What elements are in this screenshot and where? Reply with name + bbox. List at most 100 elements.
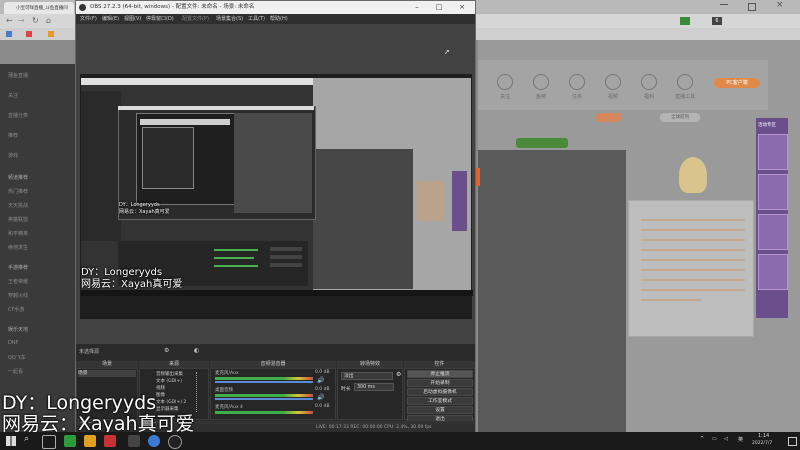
site-sidebar: 蒲鱼直播 关注 直播分类 推荐 游戏 频道推荐 热门推荐 天天挑战 英雄联盟 和… — [0, 64, 76, 432]
speaker-icon[interactable]: 🔊 — [317, 394, 324, 401]
sidebar-item[interactable]: 天天挑战 — [8, 202, 72, 212]
back-icon[interactable]: ← — [6, 16, 13, 25]
menu-view[interactable]: 视图(V) — [124, 14, 141, 24]
wechat-icon[interactable] — [64, 435, 76, 447]
settings-button[interactable]: 设置 — [407, 406, 473, 414]
minimize-button[interactable]: – — [409, 1, 425, 14]
nav-label: 任务 — [571, 94, 582, 100]
bookmark-icon[interactable] — [6, 31, 12, 37]
sidebar-item[interactable]: 关注 — [8, 92, 72, 102]
tray-chevron-icon[interactable]: ^ — [700, 436, 704, 442]
nested-obs-titlebar — [118, 106, 314, 110]
ad-item[interactable] — [758, 134, 788, 170]
task-view-icon[interactable] — [42, 435, 56, 449]
chrome-icon[interactable] — [148, 435, 160, 447]
menu-tools[interactable]: 工具(T) — [248, 14, 265, 24]
sidebar-item[interactable]: 直播分类 — [8, 112, 72, 122]
folder-icon[interactable] — [84, 435, 96, 447]
sidebar-item[interactable]: 推荐 — [8, 132, 72, 142]
transition-settings-icon[interactable]: ⚙ — [396, 371, 401, 378]
sidebar-item[interactable]: CF手游 — [8, 306, 72, 316]
maximize-icon[interactable] — [748, 3, 756, 11]
tool-icon — [677, 74, 693, 90]
translate-icon[interactable] — [680, 17, 690, 25]
mixer-channel-db: 0.0 dB — [315, 387, 330, 392]
sidebar-item[interactable]: 王者荣耀 — [8, 278, 72, 288]
minimize-icon[interactable] — [720, 4, 728, 5]
task-nav[interactable]: 任务 — [560, 74, 594, 112]
source-item[interactable]: 图像 — [156, 392, 186, 399]
menu-docks[interactable]: 停靠窗口(D) — [146, 14, 174, 24]
visibility-icon[interactable] — [196, 372, 202, 412]
clock-date[interactable]: 2022/7/7 — [752, 441, 772, 446]
search-icon[interactable]: ⌕ — [24, 434, 29, 444]
reload-icon[interactable]: ↻ — [32, 16, 39, 25]
browser-tab[interactable]: 小宝可咩直播_斗鱼直播间 — [4, 2, 74, 14]
start-recording-button[interactable]: 开始录制 — [407, 379, 473, 387]
source-item[interactable]: 音频输出采集 — [156, 371, 186, 378]
ad-item[interactable] — [758, 254, 788, 290]
stop-streaming-button[interactable]: 停止推流 — [407, 370, 473, 378]
obs-taskbar-icon[interactable] — [168, 435, 182, 449]
bookmark-icon[interactable] — [26, 31, 32, 37]
sidebar-item[interactable]: 英雄联盟 — [8, 216, 72, 226]
notification-icon[interactable] — [788, 437, 797, 446]
chat-icon — [533, 74, 549, 90]
close-button[interactable]: × — [454, 1, 470, 14]
pc-client-badge[interactable]: PC客户端 — [714, 78, 760, 88]
sidebar-item[interactable]: 游戏 — [8, 152, 72, 162]
tools-nav[interactable]: 直播工具 — [668, 74, 702, 112]
menu-scene-collection[interactable]: 场景集合(S) — [216, 14, 243, 24]
clock-time[interactable]: 1:14 — [758, 433, 769, 439]
forward-icon[interactable]: → — [18, 16, 25, 25]
no-source-selected: 未选择源 — [79, 349, 100, 355]
bookmark-icon[interactable] — [48, 31, 54, 37]
volume-icon[interactable]: ◁ — [724, 436, 728, 442]
sidebar-item[interactable]: 绝地求生 — [8, 244, 72, 254]
close-icon[interactable]: × — [776, 0, 784, 10]
netease-music-icon[interactable] — [104, 435, 116, 447]
filters-button[interactable]: ◐ — [194, 347, 199, 354]
menu-help[interactable]: 帮助(H) — [270, 14, 288, 24]
menu-file[interactable]: 文件(F) — [80, 14, 97, 24]
scene-item[interactable]: 场景 — [78, 370, 136, 377]
duration-input[interactable]: 300 ms — [354, 383, 394, 391]
menu-profile[interactable]: 配置文件(P) — [182, 14, 209, 24]
green-tag — [516, 138, 568, 148]
sidebar-item[interactable]: 蒲鱼直播 — [8, 72, 72, 82]
fishbar-nav[interactable]: 鱼吧 — [524, 74, 558, 112]
input-language[interactable]: 英 — [738, 436, 743, 443]
app-icon[interactable] — [128, 435, 140, 447]
maximize-button[interactable]: □ — [431, 1, 447, 14]
source-item[interactable]: 文本 (GDI+) — [156, 378, 186, 385]
obs-window: OBS 27.2.3 (64-bit, windows) - 配置文件: 未命名… — [75, 0, 476, 433]
source-item[interactable]: 视频 — [156, 385, 186, 392]
ad-item[interactable] — [758, 214, 788, 250]
nav-label: 直播工具 — [674, 94, 695, 100]
sidebar-item[interactable]: 一起看 — [8, 368, 72, 378]
activity-sidebar-ad[interactable]: 活动专区 — [756, 118, 788, 318]
network-icon[interactable]: ▭ — [712, 436, 717, 442]
sidebar-item[interactable]: 热门推荐 — [8, 188, 72, 198]
source-item[interactable]: 文本 (GDI+) 2 — [156, 399, 186, 406]
ad-item[interactable] — [758, 174, 788, 210]
volume-slider[interactable] — [215, 381, 313, 383]
sidebar-item[interactable]: 穿越火线 — [8, 292, 72, 302]
properties-button[interactable]: ⚙ — [164, 347, 169, 354]
home-icon[interactable]: ⌂ — [46, 16, 51, 25]
start-icon[interactable] — [6, 436, 16, 446]
virtual-camera-button[interactable]: 启动虚拟摄像机 — [407, 388, 473, 396]
volume-slider[interactable] — [215, 398, 313, 400]
menu-edit[interactable]: 编辑(E) — [102, 14, 119, 24]
video-nav[interactable]: 视频 — [596, 74, 630, 112]
obs-title-bar[interactable]: OBS 27.2.3 (64-bit, windows) - 配置文件: 未命名… — [76, 1, 475, 14]
sidebar-item[interactable]: DNF — [8, 340, 72, 350]
speaker-icon[interactable]: 🔊 — [317, 377, 324, 384]
transition-select[interactable]: 淡出 — [341, 372, 393, 380]
welfare-nav[interactable]: 福利 — [632, 74, 666, 112]
sidebar-item[interactable]: 和平精英 — [8, 230, 72, 240]
follow-nav[interactable]: 关注 — [488, 74, 522, 112]
heart-icon — [497, 74, 513, 90]
sidebar-item[interactable]: QQ飞车 — [8, 354, 72, 364]
studio-mode-button[interactable]: 工作室模式 — [407, 397, 473, 405]
